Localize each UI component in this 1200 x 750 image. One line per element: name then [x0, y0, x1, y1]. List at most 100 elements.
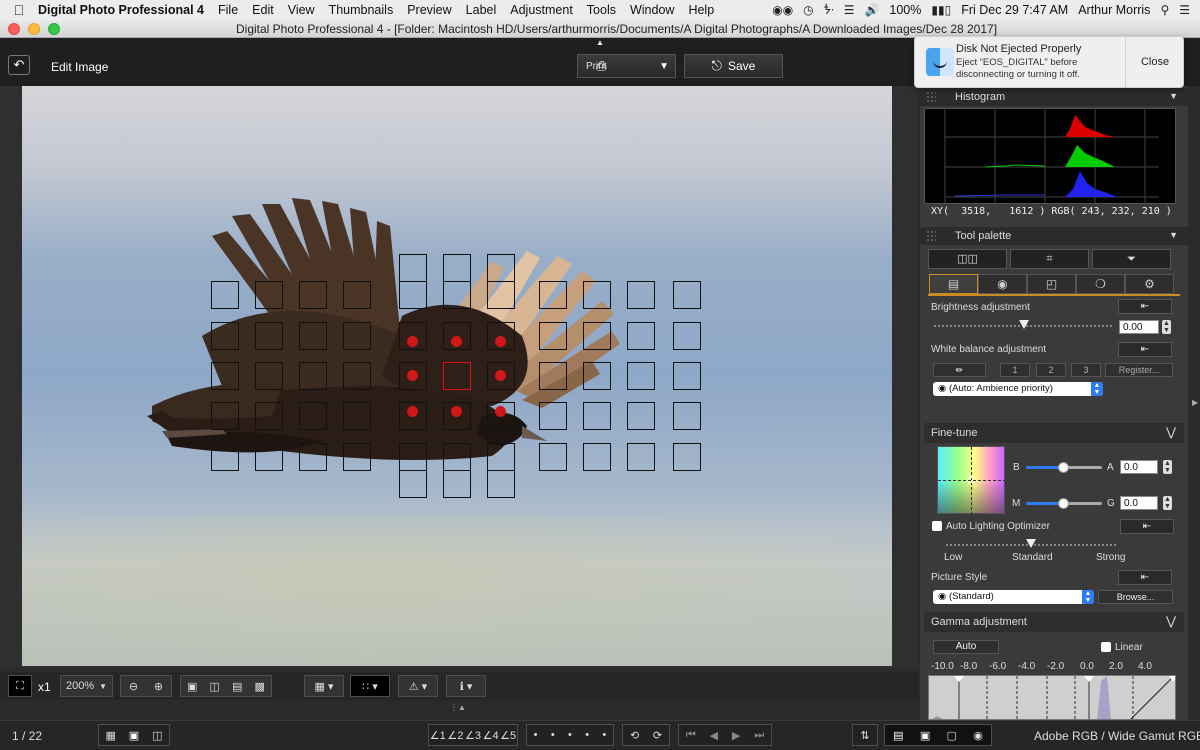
- star-dot-icon[interactable]: •: [602, 729, 606, 741]
- compare-tool-icon[interactable]: ◫◫: [928, 249, 1007, 269]
- disk-not-ejected-notification[interactable]: Disk Not Ejected Properly Eject “EOS_DIG…: [914, 36, 1184, 88]
- rotate-right-icon[interactable]: ⟳: [653, 729, 662, 742]
- rating-5-button[interactable]: ∠5: [500, 729, 516, 742]
- grid-split-icon[interactable]: ◫: [210, 680, 220, 693]
- fit-to-screen-icon[interactable]: ⛶: [8, 675, 32, 697]
- chevron-down-icon[interactable]: ▼: [659, 61, 669, 72]
- menu-view[interactable]: View: [288, 3, 315, 17]
- sort-icon[interactable]: ⇅: [852, 724, 878, 746]
- zoom-window-button[interactable]: [48, 23, 60, 35]
- previous-image-icon[interactable]: ◀: [710, 729, 718, 742]
- fine-tune-header[interactable]: Fine-tune ⋁: [924, 423, 1184, 443]
- af-points-toggle[interactable]: ∷ ▾: [350, 675, 390, 697]
- fit-view-icon[interactable]: ▢: [947, 729, 957, 742]
- rating-3-button[interactable]: ∠3: [465, 729, 481, 742]
- fine-tune-a-field[interactable]: 0.0: [1120, 460, 1158, 474]
- image-view-icon[interactable]: ▣: [920, 729, 930, 742]
- binoculars-icon[interactable]: ◉◉: [772, 3, 793, 17]
- spotlight-icon[interactable]: ⚲: [1160, 3, 1169, 17]
- star-dot-icon[interactable]: •: [568, 729, 572, 741]
- time-machine-icon[interactable]: ◷: [803, 3, 813, 17]
- menu-label[interactable]: Label: [466, 3, 497, 17]
- browse-button[interactable]: Browse...: [1098, 590, 1173, 604]
- wb-register-button[interactable]: Register...: [1105, 363, 1173, 377]
- menubar-clock[interactable]: Fri Dec 29 7:47 AM: [961, 3, 1068, 17]
- rating-2-button[interactable]: ∠2: [447, 729, 463, 742]
- back-button[interactable]: ↶: [8, 55, 30, 75]
- linear-checkbox[interactable]: [1101, 642, 1111, 652]
- apple-menu-icon[interactable]: : [0, 2, 38, 18]
- menu-window[interactable]: Window: [630, 3, 674, 17]
- chevron-down-icon[interactable]: ▼: [1169, 91, 1178, 101]
- battery-icon[interactable]: ▮▮▯: [931, 3, 951, 17]
- first-image-icon[interactable]: ⏮: [686, 729, 696, 742]
- app-menu[interactable]: Digital Photo Professional 4: [38, 3, 204, 17]
- gamma-auto-button[interactable]: Auto: [933, 640, 999, 654]
- fine-tune-a-stepper[interactable]: ▲ ▼: [1163, 460, 1172, 474]
- menu-file[interactable]: File: [218, 3, 238, 17]
- zoom-level-select[interactable]: 200% ▼: [60, 675, 113, 697]
- tab-basic-adjustment[interactable]: ▤: [929, 274, 978, 294]
- brightness-value-field[interactable]: 0.00: [1119, 320, 1159, 334]
- next-image-icon[interactable]: ▶: [732, 729, 740, 742]
- white-balance-select[interactable]: ◉ (Auto: Ambience priority) ▲ ▼: [933, 382, 1103, 396]
- star-dot-icon[interactable]: •: [551, 729, 555, 741]
- camera-view-icon[interactable]: ◉: [973, 729, 983, 742]
- double-chevron-down-icon[interactable]: ⋁: [1166, 614, 1176, 628]
- save-button[interactable]: ⎋ Save: [684, 54, 783, 78]
- eyedropper-button[interactable]: ✏: [933, 363, 986, 377]
- wb-preset-1-button[interactable]: 1: [1000, 363, 1030, 377]
- color-matrix-pointer[interactable]: [968, 477, 974, 483]
- histogram-view-icon[interactable]: ▤: [893, 729, 903, 742]
- zoom-in-icon[interactable]: ⊕: [154, 680, 163, 693]
- last-image-icon[interactable]: ⏭: [754, 729, 764, 742]
- wifi-icon[interactable]: ☰: [844, 3, 855, 17]
- alo-checkbox[interactable]: [932, 521, 942, 531]
- b-a-slider-knob[interactable]: [1058, 462, 1069, 473]
- highlight-warning-button[interactable]: ⚠ ▾: [398, 675, 438, 697]
- wb-preset-3-button[interactable]: 3: [1071, 363, 1101, 377]
- zoom-x1-button[interactable]: x1: [38, 680, 51, 694]
- single-view-icon[interactable]: ▣: [129, 729, 139, 742]
- menu-preview[interactable]: Preview: [407, 3, 451, 17]
- brightness-stepper[interactable]: ▲ ▼: [1162, 320, 1171, 334]
- dust-icon[interactable]: ▩: [255, 680, 265, 693]
- print-button[interactable]: ⎙ Print ▼: [577, 54, 676, 78]
- preview-image[interactable]: [22, 86, 892, 666]
- menu-adjustment[interactable]: Adjustment: [510, 3, 573, 17]
- tab-tone-curve[interactable]: ◰: [1027, 274, 1076, 294]
- volume-icon[interactable]: 🔊: [864, 3, 879, 17]
- menubar-user[interactable]: Arthur Morris: [1078, 3, 1150, 17]
- rating-1-button[interactable]: ∠1: [430, 729, 446, 742]
- close-window-button[interactable]: [8, 23, 20, 35]
- star-dot-icon[interactable]: •: [534, 729, 538, 741]
- tab-lens-correction[interactable]: ◉: [978, 274, 1027, 294]
- compare-icon[interactable]: ▤: [232, 680, 242, 693]
- double-chevron-down-icon[interactable]: ⋁: [1166, 425, 1176, 439]
- notification-close-button[interactable]: Close: [1125, 37, 1184, 87]
- white-balance-reset-button[interactable]: ⇤: [1118, 342, 1172, 357]
- minimize-window-button[interactable]: [28, 23, 40, 35]
- fine-tune-g-stepper[interactable]: ▲ ▼: [1163, 496, 1172, 510]
- split-view-icon[interactable]: ◫: [152, 729, 162, 742]
- chevron-down-icon[interactable]: ▼: [1169, 230, 1178, 240]
- star-rating[interactable]: • • • • •: [526, 724, 614, 746]
- menu-edit[interactable]: Edit: [252, 3, 274, 17]
- picture-style-reset-button[interactable]: ⇤: [1118, 570, 1172, 585]
- zoom-out-icon[interactable]: ⊖: [129, 680, 138, 693]
- b-a-slider-track[interactable]: [1064, 466, 1102, 469]
- menu-thumbnails[interactable]: Thumbnails: [329, 3, 394, 17]
- m-g-slider-knob[interactable]: [1058, 498, 1069, 509]
- brightness-slider-thumb[interactable]: [1019, 320, 1029, 329]
- fine-tune-color-matrix[interactable]: [937, 446, 1006, 515]
- star-dot-icon[interactable]: •: [585, 729, 589, 741]
- histogram-header[interactable]: Histogram ▼: [920, 88, 1188, 106]
- stamp-tool-icon[interactable]: ⏷: [1092, 249, 1171, 269]
- tab-color-adjustment[interactable]: ❍: [1076, 274, 1125, 294]
- picture-style-select[interactable]: ◉ (Standard) ▲ ▼: [933, 590, 1094, 604]
- gamma-header[interactable]: Gamma adjustment ⋁: [924, 612, 1184, 632]
- thumbnail-grid-icon[interactable]: ▦: [105, 729, 115, 742]
- menu-help[interactable]: Help: [688, 3, 714, 17]
- info-button[interactable]: ℹ ▾: [446, 675, 486, 697]
- bluetooth-icon[interactable]: ᙽ: [824, 3, 834, 18]
